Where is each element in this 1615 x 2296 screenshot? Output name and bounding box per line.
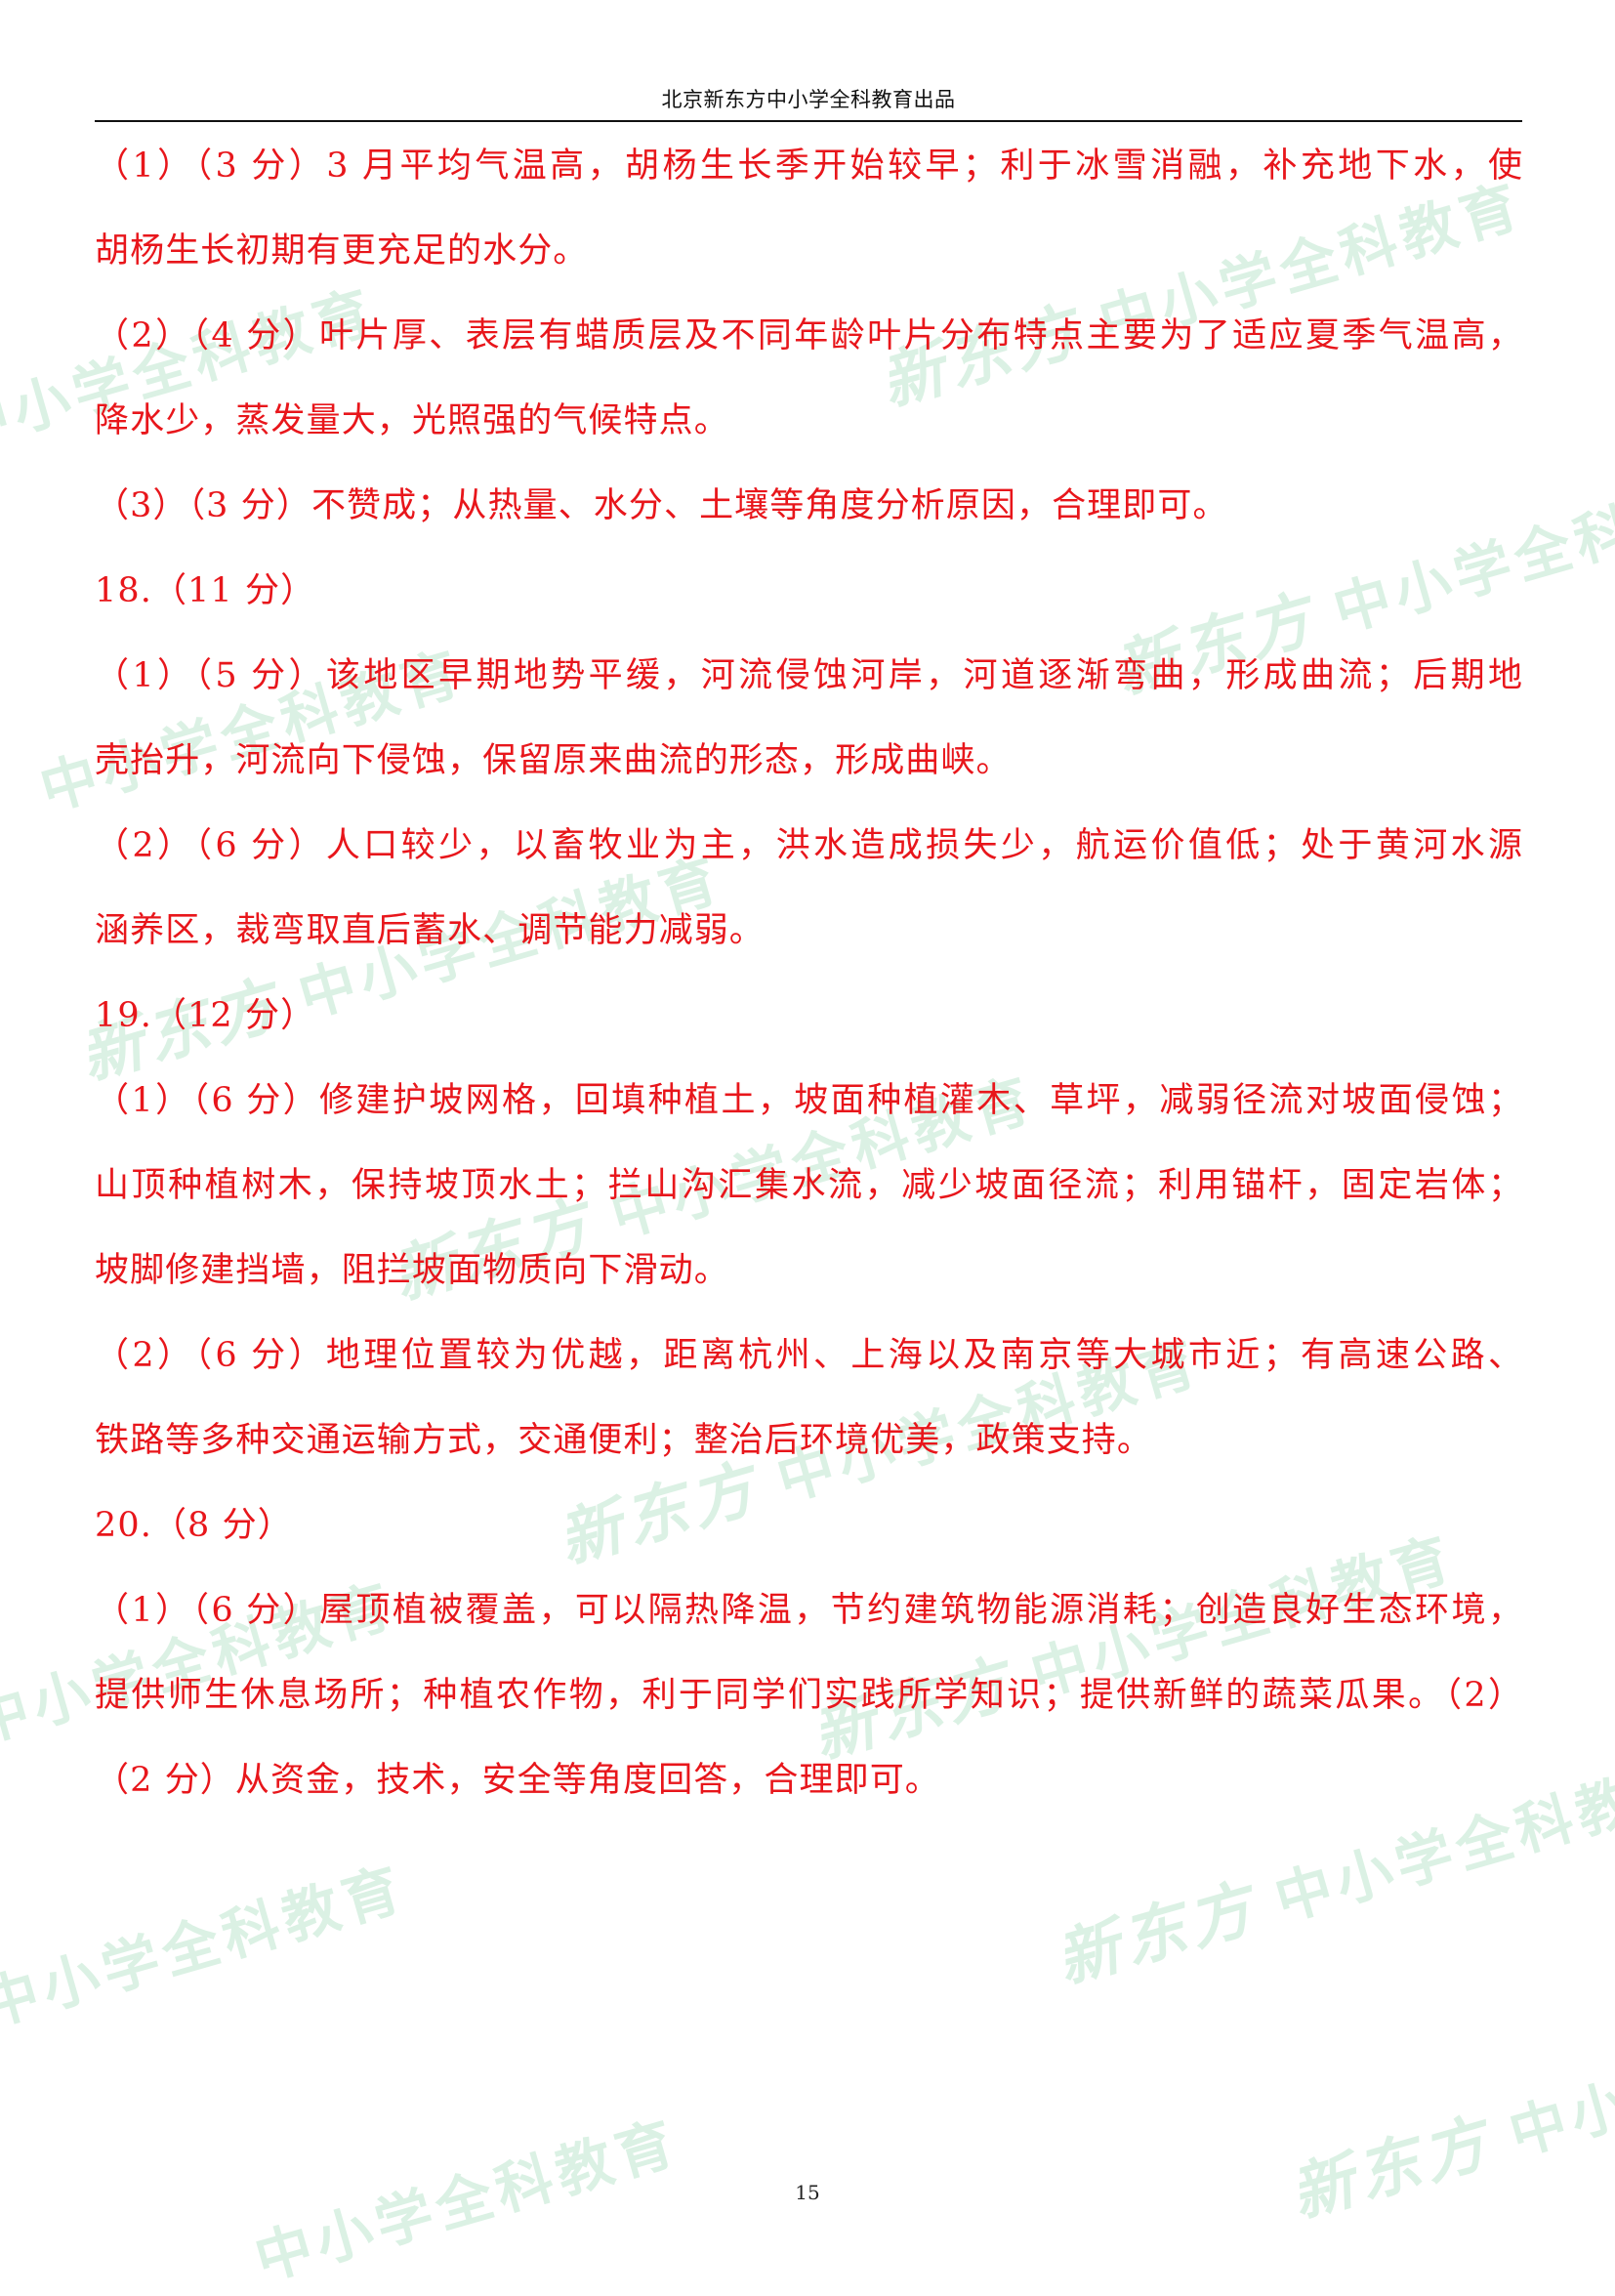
answer-line: （1）（6 分）修建护坡网格，回填种植土，坡面种植灌木、草坪，减弱径流对坡面侵蚀… bbox=[95, 1081, 1522, 1120]
answer-line: （2）（6 分）地理位置较为优越，距离杭州、上海以及南京等大城市近；有高速公路、 bbox=[95, 1336, 1522, 1375]
answer-line: 涵养区，裁弯取直后蓄水、调节能力减弱。 bbox=[95, 911, 765, 950]
answer-line: （1）（3 分）3 月平均气温高，胡杨生长季开始较早；利于冰雪消融，补充地下水，… bbox=[95, 146, 1522, 186]
answer-line: （1）（6 分）屋顶植被覆盖，可以隔热降温，节约建筑物能源消耗；创造良好生态环境… bbox=[95, 1591, 1522, 1630]
answer-line: 降水少，蒸发量大，光照强的气候特点。 bbox=[95, 401, 729, 440]
question-heading: 18.（11 分） bbox=[95, 571, 316, 610]
answer-line: 提供师生休息场所；种植农作物，利于同学们实践所学知识；提供新鲜的蔬菜瓜果。（2） bbox=[95, 1676, 1522, 1715]
answer-line: （3）（3 分）不赞成；从热量、水分、土壤等角度分析原因，合理即可。 bbox=[95, 486, 1228, 525]
answer-line: （1）（5 分）该地区早期地势平缓，河流侵蚀河岸，河道逐渐弯曲，形成曲流；后期地 bbox=[95, 656, 1522, 695]
answer-line: （2）（6 分）人口较少，以畜牧业为主，洪水造成损失少，航运价值低；处于黄河水源 bbox=[95, 826, 1522, 865]
watermark: 中小学全科教育 bbox=[0, 1855, 413, 2039]
answer-line: （2）（4 分）叶片厚、表层有蜡质层及不同年龄叶片分布特点主要为了适应夏季气温高… bbox=[95, 316, 1522, 355]
answer-content: （1）（3 分）3 月平均气温高，胡杨生长季开始较早；利于冰雪消融，补充地下水，… bbox=[95, 135, 1522, 1834]
question-heading: 19.（12 分） bbox=[95, 996, 316, 1035]
answer-line: 山顶种植树木，保持坡顶水土；拦山沟汇集水流，减少坡面径流；利用锚杆，固定岩体； bbox=[95, 1166, 1522, 1205]
answer-line: 坡脚修建挡墙，阻拦坡面物质向下滑动。 bbox=[95, 1251, 729, 1290]
header-divider bbox=[95, 120, 1522, 122]
page-number: 15 bbox=[795, 2181, 820, 2204]
answer-line: （2 分）从资金，技术，安全等角度回答，合理即可。 bbox=[95, 1761, 940, 1800]
answer-line: 铁路等多种交通运输方式，交通便利；整治后环境优美，政策支持。 bbox=[95, 1421, 1153, 1460]
page-header: 北京新东方中小学全科教育出品 bbox=[661, 88, 956, 111]
answer-line: 胡杨生长初期有更充足的水分。 bbox=[95, 231, 589, 271]
question-heading: 20.（8 分） bbox=[95, 1506, 293, 1545]
answer-line: 壳抬升，河流向下侵蚀，保留原来曲流的形态，形成曲峡。 bbox=[95, 741, 1012, 780]
